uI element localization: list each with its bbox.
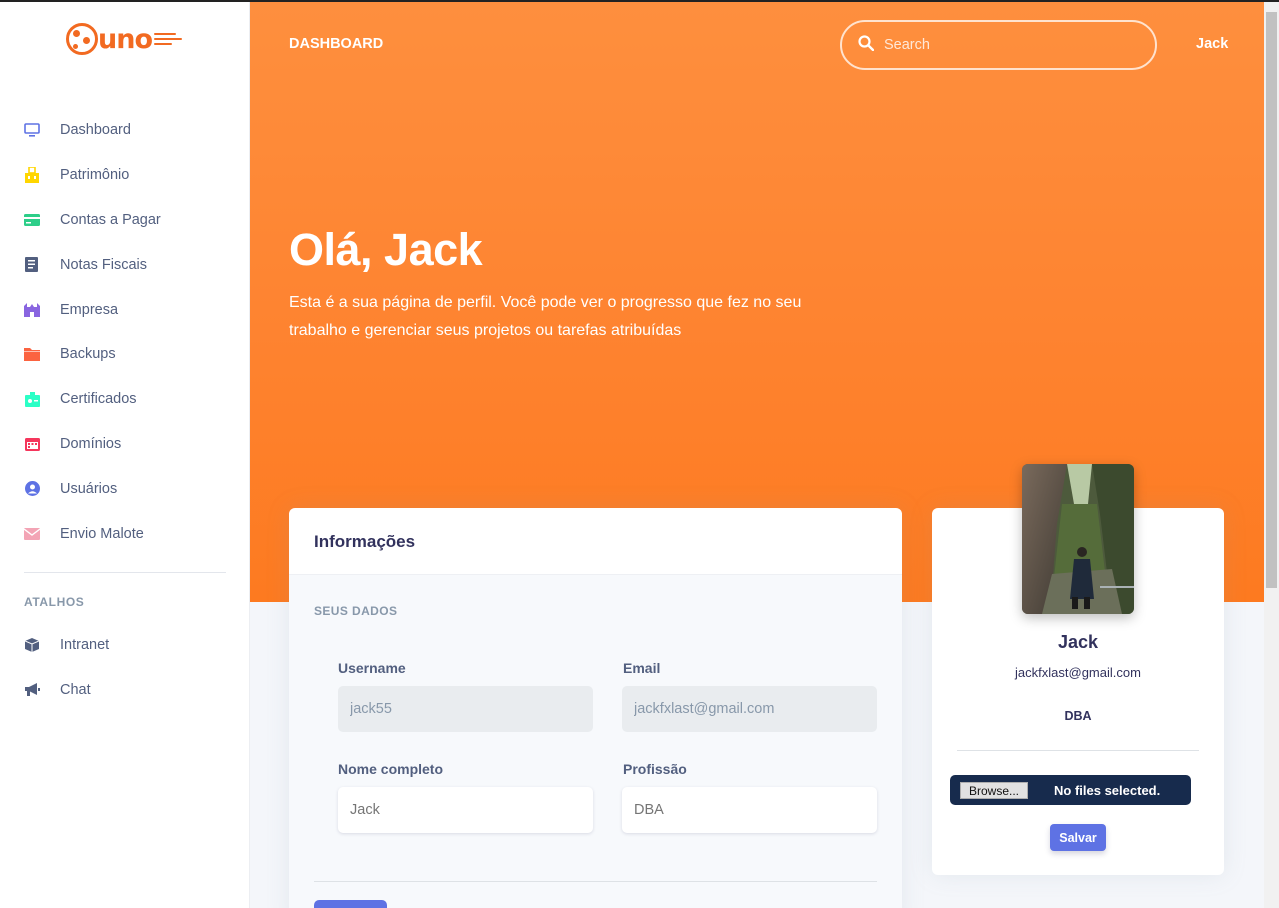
browse-button[interactable]: Browse... [960,781,1029,799]
sidebar-section-title: ATALHOS [24,595,85,609]
username-label: Username [338,660,406,676]
sidebar-item-dashboard[interactable]: Dashboard [0,108,250,153]
profile-email: jackfxlast@gmail.com [1015,665,1141,680]
hero-description: Esta é a sua página de perfil. Você pode… [289,294,802,339]
sidebar-item-usuarios[interactable]: Usuários [0,466,250,511]
sidebar-divider [24,572,226,573]
user-circle-icon [24,481,40,497]
document-icon [24,257,40,273]
info-card-title: Informações [314,532,416,551]
sidebar-item-label: Certificados [60,391,137,408]
search-icon [858,34,875,56]
fullname-label: Nome completo [338,761,444,777]
user-menu[interactable]: Jack [1196,36,1228,52]
info-card-body: SEUS DADOS Username Email Nome completo … [289,575,902,908]
sidebar-item-label: Usuários [60,480,118,497]
sidebar-item-chat[interactable]: Chat [0,668,250,713]
sidebar: uno Dashboard Patrimônio Contas a Pagar [0,2,250,908]
search-input[interactable] [884,37,1134,53]
fullname-field[interactable] [338,787,593,833]
sidebar-item-label: Contas a Pagar [60,211,161,228]
sidebar-item-envio-malote[interactable]: Envio Malote [0,511,250,556]
sidebar-item-certificados[interactable]: Certificados [0,377,250,422]
sidebar-item-backups[interactable]: Backups [0,332,250,377]
sidebar-item-empresa[interactable]: Empresa [0,287,250,332]
profession-label: Profissão [623,761,687,777]
sidebar-item-notas-fiscais[interactable]: Notas Fiscais [0,242,250,287]
form-divider [314,881,877,882]
save-button[interactable]: Salvar [1050,824,1106,851]
profile-role: DBA [1064,709,1092,723]
sidebar-item-contas-a-pagar[interactable]: Contas a Pagar [0,198,250,243]
email-label: Email [623,660,661,676]
logo-lines-icon [154,33,182,45]
brand-logo[interactable]: uno [66,21,190,57]
badge-icon [24,391,40,407]
submit-button[interactable] [314,900,387,908]
sidebar-item-label: Empresa [60,301,119,318]
sidebar-item-intranet[interactable]: Intranet [0,623,250,668]
sidebar-item-dominios[interactable]: Domínios [0,422,250,467]
calendar-icon [24,436,40,452]
castle-icon [24,302,40,318]
scrollbar[interactable] [1264,2,1279,908]
profile-name: Jack [1057,632,1099,652]
building-icon [24,167,40,184]
email-field[interactable] [622,686,877,732]
logo-text: uno [98,23,153,55]
box-icon [24,637,40,653]
sidebar-item-label: Intranet [60,637,110,654]
section-subtitle: SEUS DADOS [314,604,398,618]
info-card: Informações SEUS DADOS Username Email No… [289,508,902,908]
sidebar-item-label: Chat [60,682,91,699]
sidebar-nav: Dashboard Patrimônio Contas a Pagar Nota… [0,108,250,556]
sidebar-item-label: Patrimônio [60,167,130,184]
info-card-header: Informações [289,508,902,575]
username-field[interactable] [338,686,593,732]
profession-field[interactable] [622,787,877,833]
envelope-icon [24,526,40,542]
sidebar-item-patrimonio[interactable]: Patrimônio [0,153,250,198]
page-title[interactable]: DASHBOARD [289,36,383,52]
sidebar-item-label: Backups [60,346,116,363]
greeting-heading: Olá, Jack [289,224,483,275]
monitor-icon [24,122,40,138]
sidebar-item-label: Domínios [60,435,122,452]
search-box[interactable] [840,20,1157,70]
folder-icon [24,346,40,362]
avatar[interactable] [1022,464,1134,614]
shortcuts-nav: Intranet Chat [0,623,250,713]
file-status: No files selected. [1054,782,1161,798]
sidebar-item-label: Envio Malote [60,525,144,542]
profile-divider [957,750,1199,751]
sidebar-item-label: Notas Fiscais [60,256,148,273]
megaphone-icon [24,682,40,698]
file-upload[interactable]: Browse... No files selected. [950,775,1191,805]
logo-mark-icon [66,23,98,55]
sidebar-item-label: Dashboard [60,122,131,139]
scrollbar-thumb[interactable] [1266,12,1277,588]
credit-card-icon [24,212,40,228]
